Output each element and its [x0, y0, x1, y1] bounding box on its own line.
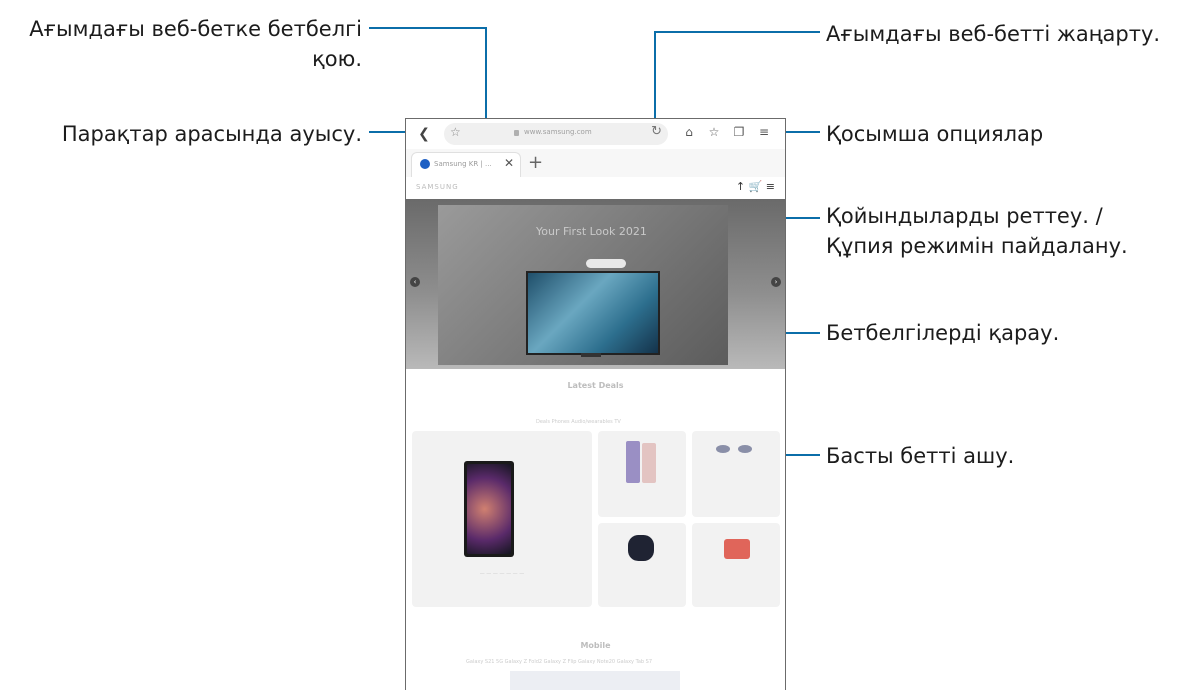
mobile-banner-image	[510, 671, 680, 690]
leader-navigate	[369, 131, 407, 133]
leader-refresh-v	[654, 31, 656, 130]
callout-tabs-line1: Қойындыларды реттеу. /	[826, 204, 1103, 228]
browser-window: ❮ ❯ ☆ www.samsung.com ↻ ⌂ ☆ ❐ ≡ Samsung …	[405, 118, 786, 690]
hero-button[interactable]	[586, 259, 626, 268]
tabs-button[interactable]: ❐	[731, 125, 747, 139]
callout-navigate: Парақтар арасында ауысу.	[61, 122, 362, 146]
tab-strip: Samsung KR | ... ✕ +	[406, 149, 785, 178]
close-icon: ✕	[503, 156, 514, 170]
earbud-right-image	[738, 445, 752, 453]
star-icon: ☆	[708, 125, 720, 139]
phone-purple-image	[626, 441, 640, 483]
tab-title: Samsung KR | ...	[434, 160, 492, 168]
home-button[interactable]: ⌂	[681, 125, 697, 139]
earbud-left-image	[716, 445, 730, 453]
browser-toolbar: ❮ ❯ ☆ www.samsung.com ↻ ⌂ ☆ ❐ ≡	[406, 119, 785, 149]
new-tab-button[interactable]: +	[528, 152, 543, 173]
menu-button[interactable]: ≡	[756, 125, 772, 139]
hero-next-button[interactable]: ›	[771, 277, 781, 287]
star-outline-icon: ☆	[450, 125, 461, 139]
product-card-phone2[interactable]	[598, 431, 686, 517]
hero-prev-button[interactable]: ‹	[410, 277, 420, 287]
hero-text: Your First Look 2021	[536, 225, 647, 238]
menu-icon: ≡	[758, 125, 770, 139]
close-tab-button[interactable]: ✕	[504, 156, 514, 170]
site-header-icons: ↑ 🛒 ≡	[736, 180, 775, 193]
address-bar[interactable]: ☆ www.samsung.com ↻	[444, 123, 668, 145]
url-text: www.samsung.com	[524, 128, 592, 136]
tv-image	[526, 271, 660, 355]
browser-tab[interactable]: Samsung KR | ... ✕	[411, 152, 521, 177]
deals-title: Latest Deals	[567, 381, 624, 390]
callout-open-home: Басты бетті ашу.	[826, 444, 1015, 468]
callout-tabs-line2: Құпия режимін пайдалану.	[826, 234, 1128, 258]
add-bookmark-button[interactable]: ☆	[450, 125, 461, 139]
deals-filters[interactable]: Deals Phones Audio/wearables TV	[536, 419, 621, 425]
product-card-phone[interactable]: — — — — — — —	[412, 431, 592, 607]
callout-add-bookmark-line1: Ағымдағы веб-бетке бетбелгі	[29, 17, 362, 41]
favicon-icon	[420, 159, 430, 169]
phone-screen	[467, 464, 511, 554]
home-icon: ⌂	[685, 125, 693, 139]
chevron-left-icon: ❮	[418, 126, 430, 142]
hero-banner[interactable]: Your First Look 2021 ‹ ›	[406, 199, 785, 369]
refresh-button[interactable]: ↻	[651, 124, 662, 139]
charger-image	[724, 539, 750, 559]
plus-icon: +	[528, 152, 544, 173]
callout-view-bookmarks: Бетбелгілерді қарау.	[826, 321, 1060, 345]
tv-stand	[581, 353, 601, 357]
search-icon[interactable]: ↑	[736, 180, 745, 193]
callout-tabs: Қойындыларды реттеу. / Құпия режимін пай…	[826, 201, 1128, 261]
product-card-charger[interactable]	[692, 523, 780, 607]
smarttag-image	[628, 535, 654, 561]
phone-image	[464, 461, 514, 557]
site-menu-icon[interactable]: ≡	[766, 180, 775, 193]
callout-refresh: Ағымдағы веб-бетті жаңарту.	[826, 22, 1161, 46]
leader-refresh-h	[654, 31, 820, 33]
callout-add-bookmark: Ағымдағы веб-бетке бетбелгі қою.	[0, 14, 362, 74]
leader-bookmark-add-h	[369, 27, 487, 29]
mobile-section-title: Mobile	[580, 641, 611, 650]
leader-bookmark-add-v	[485, 27, 487, 130]
card-text: — — — — — — —	[479, 571, 525, 577]
product-card-tag[interactable]	[598, 523, 686, 607]
refresh-icon: ↻	[651, 124, 662, 139]
back-button[interactable]: ❮	[414, 124, 434, 144]
bookmarks-button[interactable]: ☆	[706, 125, 722, 139]
site-header: SAMSUNG ↑ 🛒 ≡	[406, 177, 785, 197]
product-card-buds[interactable]	[692, 431, 780, 517]
tabs-icon: ❐	[733, 125, 745, 139]
cart-icon[interactable]: 🛒	[749, 180, 763, 193]
site-logo[interactable]: SAMSUNG	[416, 183, 459, 191]
callout-add-bookmark-line2: қою.	[312, 47, 362, 71]
phone-pink-image	[642, 443, 656, 483]
lock-icon	[514, 130, 519, 136]
mobile-category-tabs[interactable]: Galaxy S21 5G Galaxy Z Fold2 Galaxy Z Fl…	[466, 659, 652, 665]
callout-more-options: Қосымша опциялар	[826, 122, 1044, 146]
